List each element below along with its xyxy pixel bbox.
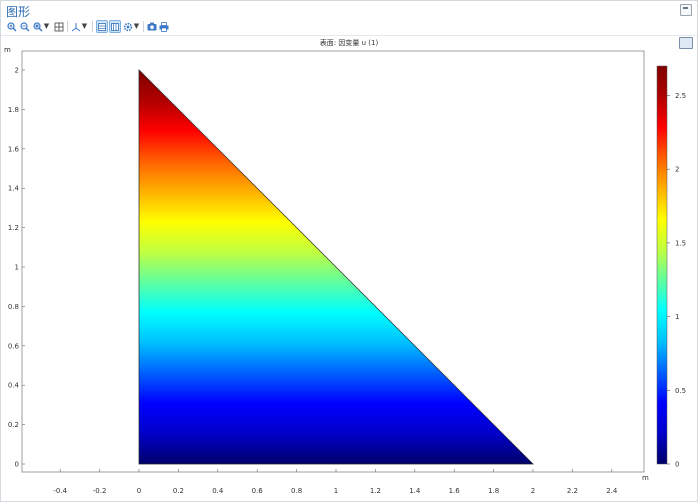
x-tick-label: 1.8 [488,487,499,495]
x-tick-label: 1.4 [409,487,421,495]
colorbar-tick-label: 2 [675,166,679,174]
colorbar-tick-label: 2.5 [675,92,686,100]
y-tick-label: 0.4 [8,382,20,390]
x-axis-unit-label: m [642,474,649,482]
y-tick-label: 1.8 [8,106,19,114]
y-tick-label: 1.2 [8,224,19,232]
colorbar-ticks: 0 0.5 1 1.5 2 2.5 [667,92,686,469]
x-tick-label: 1.6 [449,487,461,495]
y-tick-label: 0 [15,461,19,469]
colorbar [656,65,668,465]
x-tick-label: -0.4 [53,487,67,495]
plot-canvas[interactable]: -0.4 -0.2 0 0.2 0.4 0.6 0.8 1 1.2 1.4 1.6 1.8 2 2.2 2.… [0,0,698,502]
colorbar-tick-label: 1 [675,313,679,321]
y-tick-label: 1.4 [8,185,20,193]
x-tick-label: 0.6 [252,487,264,495]
x-tick-label: 2.4 [606,487,618,495]
x-tick-label: 0.4 [212,487,224,495]
x-tick-label: 2 [531,487,535,495]
y-tick-label: 0.6 [8,342,20,350]
colorbar-tick-label: 0.5 [675,387,686,395]
x-tick-label: 2.2 [567,487,578,495]
x-tick-label: 1.2 [370,487,381,495]
y-tick-label: 2 [15,67,19,75]
y-tick-label: 0.8 [8,303,19,311]
x-tick-label: -0.2 [93,487,107,495]
y-axis-unit-label: m [4,46,11,54]
x-tick-label: 0.8 [291,487,302,495]
x-tick-label: 0.2 [173,487,184,495]
x-tick-label: 0 [137,487,141,495]
colorbar-tick-label: 1.5 [675,239,686,247]
x-tick-label: 1 [334,487,338,495]
y-tick-label: 1 [15,264,19,272]
y-tick-label: 0.2 [8,421,19,429]
colorbar-tick-label: 0 [675,461,679,469]
x-axis: -0.4 -0.2 0 0.2 0.4 0.6 0.8 1 1.2 1.4 1.6 1.8 2 2.2 2.… [53,469,618,495]
y-tick-label: 1.6 [8,145,20,153]
